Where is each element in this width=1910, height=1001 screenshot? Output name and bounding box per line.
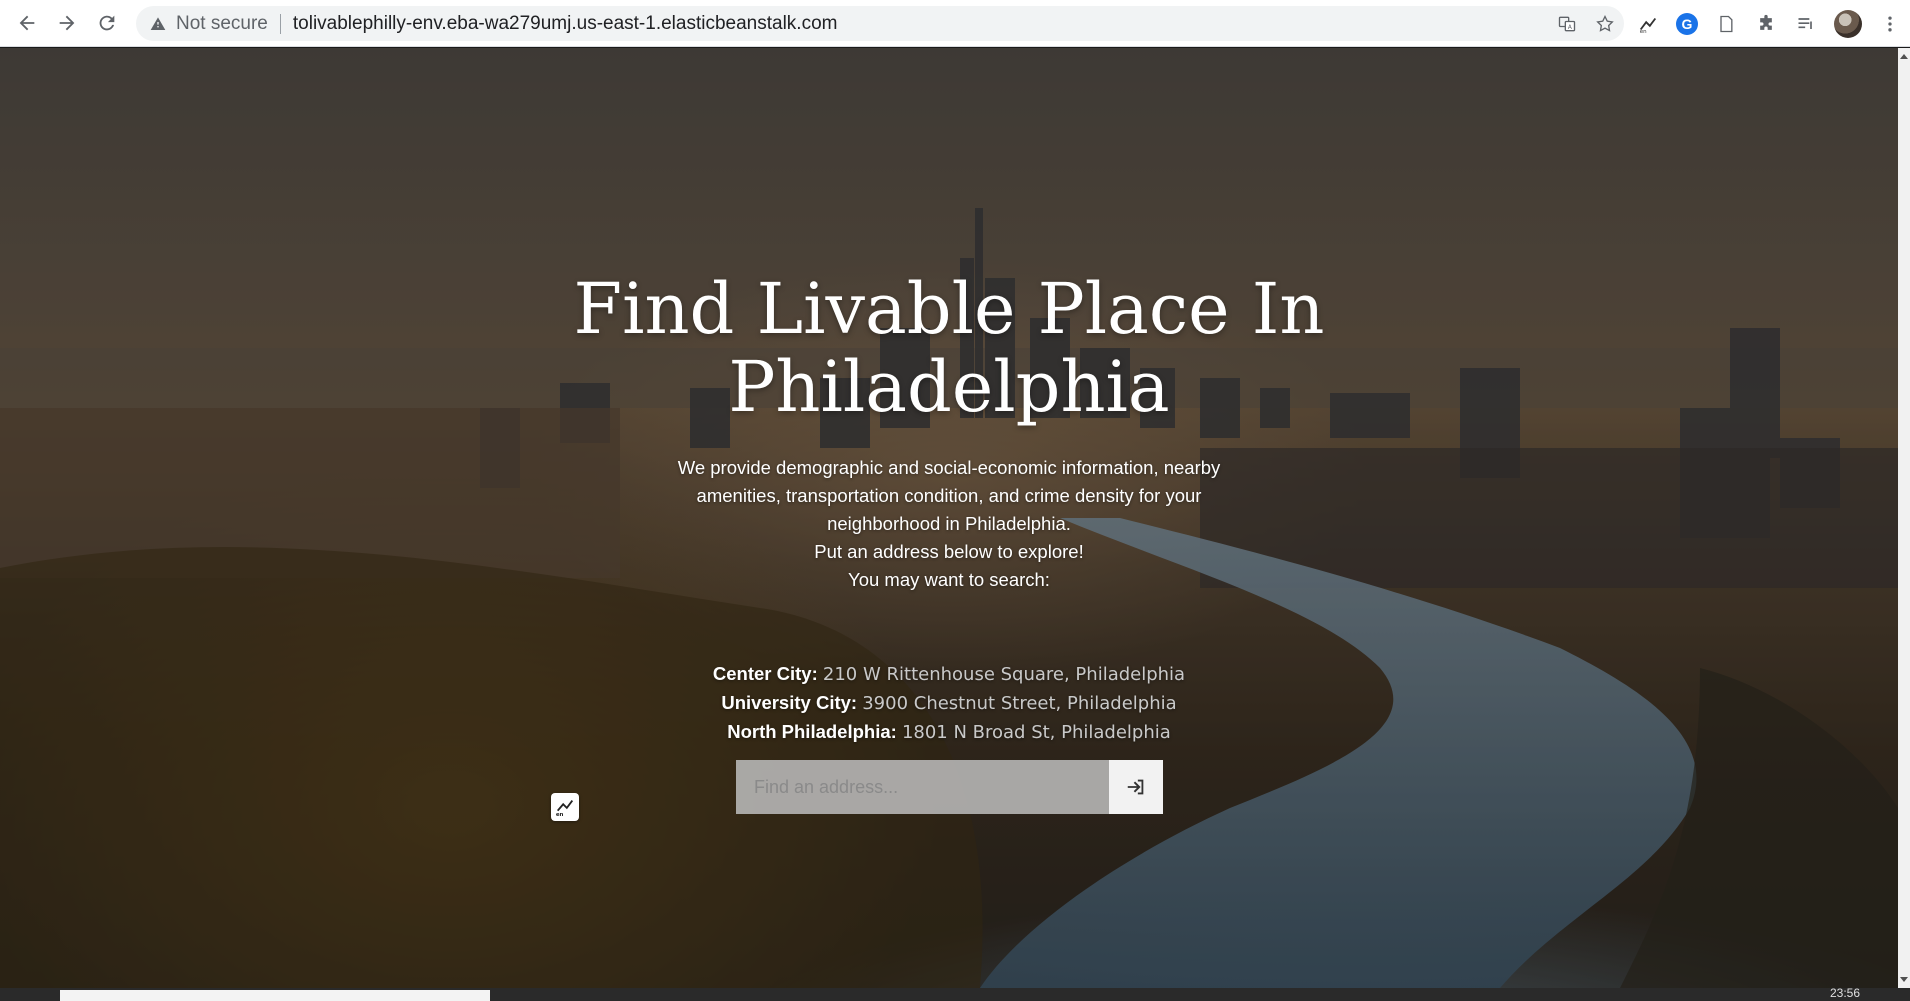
example-label: North Philadelphia: <box>727 721 897 742</box>
example-address: 1801 N Broad St, Philadelphia <box>901 722 1171 743</box>
url-text[interactable]: tolivablephilly-env.eba-wa279umj.us-east… <box>293 13 838 35</box>
svg-text:en: en <box>556 812 564 818</box>
omnibox-divider <box>279 13 281 34</box>
search-submit-button[interactable] <box>1109 760 1163 814</box>
example-row-university-city: University City: 3900 Chestnut Street, P… <box>620 689 1278 718</box>
address-search-input[interactable] <box>736 760 1109 814</box>
description-line: neighborhood in Philadelphia. <box>827 513 1071 534</box>
svg-text:en: en <box>1640 29 1647 35</box>
description-line: We provide demographic and social-econom… <box>677 457 1221 478</box>
omnibox-actions: A <box>1556 6 1616 41</box>
language-extension-float-icon[interactable]: en <box>551 793 579 821</box>
translate-icon[interactable]: A <box>1556 13 1578 35</box>
description-line: Put an address below to explore! <box>814 541 1084 562</box>
svg-text:A: A <box>1568 25 1572 31</box>
scroll-up-arrow-icon[interactable] <box>1900 54 1908 59</box>
forward-arrow-icon[interactable] <box>47 3 87 43</box>
warning-icon <box>150 15 168 33</box>
back-arrow-icon[interactable] <box>7 3 47 43</box>
security-label[interactable]: Not secure <box>176 13 268 35</box>
example-label: Center City: <box>712 663 818 684</box>
address-search-form <box>736 760 1163 814</box>
scroll-down-arrow-icon[interactable] <box>1900 977 1908 982</box>
language-extension-icon[interactable]: en <box>1636 12 1660 36</box>
more-menu-icon[interactable] <box>1878 12 1902 36</box>
description-line: amenities, transportation condition, and… <box>696 485 1202 506</box>
taskbar-clock: 23:56 <box>1829 986 1860 1000</box>
document-icon[interactable] <box>1714 12 1738 36</box>
example-row-center-city: Center City: 210 W Rittenhouse Square, P… <box>620 660 1278 689</box>
example-row-north-philadelphia: North Philadelphia: 1801 N Broad St, Phi… <box>620 718 1278 747</box>
extensions-bar: en G <box>1636 6 1902 41</box>
hero-description: We provide demographic and social-econom… <box>620 454 1278 594</box>
profile-avatar[interactable] <box>1834 9 1862 38</box>
example-address: 3900 Chestnut Street, Philadelphia <box>862 693 1177 714</box>
os-taskbar: 23:56 <box>0 986 1910 1001</box>
description-line: You may want to search: <box>848 569 1050 590</box>
taskbar-search-box[interactable] <box>60 990 490 1001</box>
example-addresses: Center City: 210 W Rittenhouse Square, P… <box>620 660 1278 747</box>
browser-toolbar: Not secure tolivablephilly-env.eba-wa279… <box>0 0 1910 47</box>
sign-in-icon <box>1127 779 1144 795</box>
star-icon[interactable] <box>1594 13 1616 35</box>
address-bar[interactable]: Not secure tolivablephilly-env.eba-wa279… <box>136 6 1624 41</box>
page-scrollbar[interactable] <box>1898 48 1910 988</box>
page-viewport: Find Livable Place In Philadelphia We pr… <box>0 48 1898 988</box>
example-label: University City: <box>721 692 858 713</box>
example-address: 210 W Rittenhouse Square, Philadelphia <box>822 664 1186 685</box>
reading-list-icon[interactable] <box>1794 12 1818 36</box>
extensions-icon[interactable] <box>1754 12 1778 36</box>
nav-buttons <box>7 3 127 43</box>
page-title: Find Livable Place In Philadelphia <box>573 268 1325 428</box>
grammarly-icon[interactable]: G <box>1676 12 1698 35</box>
reload-icon[interactable] <box>87 3 127 43</box>
